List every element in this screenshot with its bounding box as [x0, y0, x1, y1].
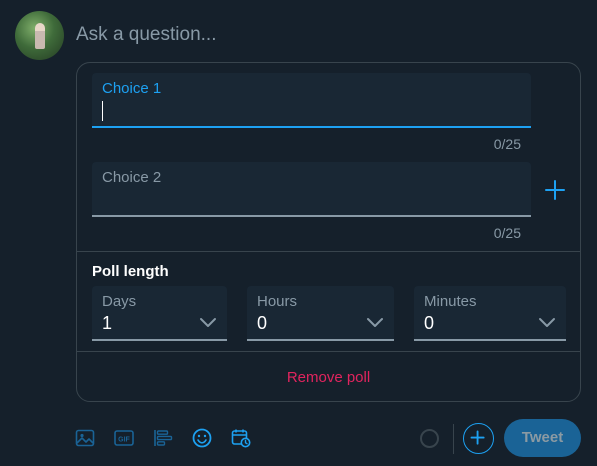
avatar[interactable] — [15, 11, 64, 60]
choice-2-field[interactable]: Choice 2 — [92, 162, 531, 217]
minutes-select[interactable]: Minutes 0 — [414, 286, 566, 341]
choice-1-field[interactable]: Choice 1 — [92, 73, 531, 128]
plus-icon[interactable] — [543, 178, 567, 202]
choice-1-counter: 0/25 — [493, 136, 521, 152]
choice-1-label: Choice 1 — [102, 80, 162, 97]
chevron-down-icon — [367, 318, 383, 327]
chevron-down-icon — [539, 318, 555, 327]
poll-card: Choice 1 0/25 Choice 2 0/25 Poll length … — [76, 62, 581, 402]
poll-icon[interactable] — [152, 427, 174, 449]
choice-2-counter: 0/25 — [493, 225, 521, 241]
hours-select[interactable]: Hours 0 — [247, 286, 394, 341]
image-icon[interactable] — [74, 427, 96, 449]
days-label: Days — [102, 293, 137, 310]
question-input[interactable]: Ask a question... — [76, 24, 216, 46]
character-count-ring — [420, 429, 439, 448]
text-caret — [102, 101, 103, 121]
chevron-down-icon — [200, 318, 216, 327]
days-value: 1 — [102, 313, 113, 333]
minutes-value: 0 — [424, 313, 435, 333]
schedule-icon[interactable] — [230, 427, 252, 449]
choice-2-label: Choice 2 — [102, 169, 162, 186]
remove-poll-button[interactable]: Remove poll — [77, 369, 580, 386]
add-tweet-button[interactable] — [463, 423, 494, 454]
gif-icon-text: GIF — [118, 437, 130, 444]
emoji-icon[interactable] — [191, 427, 213, 449]
days-select[interactable]: Days 1 — [92, 286, 227, 341]
minutes-label: Minutes — [424, 293, 477, 310]
toolbar-separator — [453, 424, 454, 454]
divider — [77, 251, 580, 252]
gif-icon[interactable]: GIF — [113, 427, 135, 449]
hours-value: 0 — [257, 313, 268, 333]
plus-circle-icon — [470, 430, 485, 445]
hours-label: Hours — [257, 293, 298, 310]
tweet-button[interactable]: Tweet — [504, 419, 581, 457]
poll-length-title: Poll length — [92, 263, 169, 280]
avatar-figure — [35, 23, 45, 49]
divider — [77, 351, 580, 352]
